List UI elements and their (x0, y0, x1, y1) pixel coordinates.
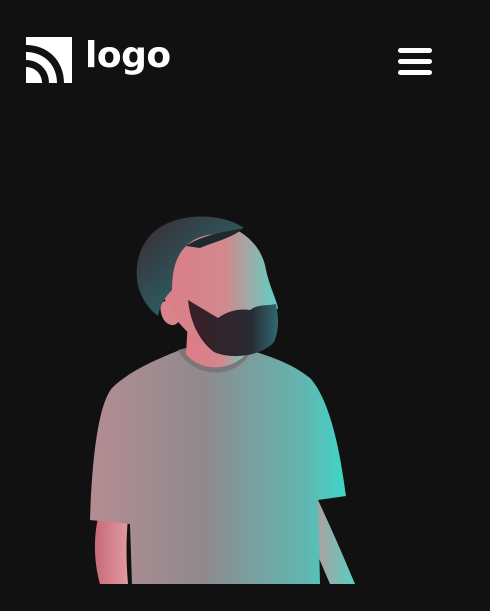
rss-wave-icon (26, 37, 72, 83)
hamburger-menu-button[interactable] (396, 45, 434, 79)
menu-line-icon (398, 70, 432, 75)
portrait-illustration (90, 216, 355, 584)
menu-line-icon (398, 48, 432, 53)
hero-image (0, 200, 490, 600)
logo-link[interactable]: logo (26, 37, 171, 83)
logo-text: logo (85, 35, 171, 76)
site-header: logo (0, 0, 490, 120)
menu-line-icon (398, 59, 432, 64)
page: logo (0, 0, 490, 611)
